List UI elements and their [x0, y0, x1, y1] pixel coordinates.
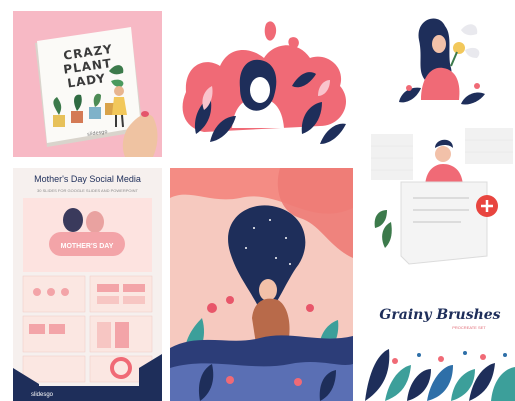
woman-splash-card[interactable]: [170, 0, 353, 160]
template-hero-text: MOTHER'S DAY: [61, 243, 114, 250]
mothers-day-template-card[interactable]: Mother's Day Social Media 30 SLIDES FOR …: [13, 168, 162, 401]
template-preview: Mother's Day Social Media 30 SLIDES FOR …: [13, 168, 162, 401]
template-brand: slidesgo: [31, 392, 54, 398]
grainy-brushes-illustration: Grainy Brushes PROCREATE SET: [365, 289, 515, 401]
template-title: Mother's Day Social Media: [34, 174, 141, 184]
template-subtitle: 30 SLIDES FOR GOOGLE SLIDES AND POWERPOI…: [37, 188, 138, 193]
woman-splash-illustration: [170, 0, 353, 160]
brushes-title: Grainy Brushes: [379, 307, 500, 323]
brushes-subtitle: PROCREATE SET: [452, 325, 486, 330]
book-illustration: CRAZY PLANT LADY slidesgo: [13, 11, 162, 157]
plus-icon: [476, 195, 498, 217]
woman-flower-card[interactable]: [365, 0, 515, 122]
crazy-plant-lady-card[interactable]: CRAZY PLANT LADY slidesgo: [13, 11, 162, 157]
woman-flower-illustration: [365, 0, 515, 122]
starry-hair-illustration: [170, 168, 353, 401]
starry-hair-woman-card[interactable]: [170, 168, 353, 401]
man-add-document-card[interactable]: [365, 128, 515, 280]
man-document-illustration: [365, 128, 515, 280]
grainy-brushes-card[interactable]: Grainy Brushes PROCREATE SET: [365, 289, 515, 401]
